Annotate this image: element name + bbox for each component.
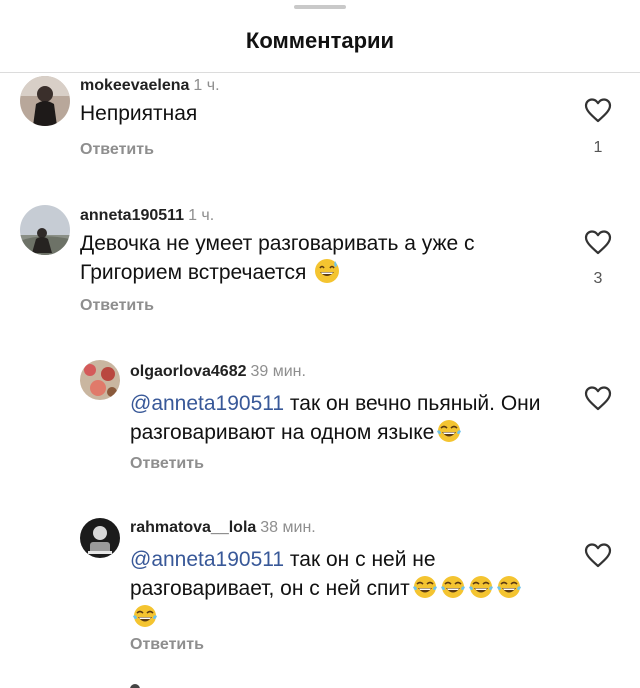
timestamp: 38 мин. [260, 519, 316, 536]
reply-button[interactable]: Ответить [130, 636, 204, 654]
comment-body: Девочка не умеет разговаривать а уже с Г… [80, 232, 475, 284]
heart-icon[interactable] [584, 385, 612, 411]
comment-text: @anneta190511 так он вечно пьяный. Они р… [130, 390, 550, 447]
page-title: Комментарии [245, 28, 395, 53]
next-avatar-peek [130, 684, 140, 688]
comment-meta: olgaorlova4682 39 мин. [130, 363, 306, 381]
avatar[interactable] [20, 205, 70, 255]
mention-link[interactable]: @anneta190511 [130, 548, 284, 571]
timestamp: 39 мин. [250, 363, 306, 380]
timestamp: 1 ч. [188, 207, 215, 224]
tears-of-joy-emoji-icon [496, 576, 521, 598]
like-count: 3 [593, 270, 603, 287]
header-divider [0, 72, 640, 73]
avatar[interactable] [80, 518, 120, 558]
avatar[interactable] [80, 360, 120, 400]
mention-link[interactable]: @anneta190511 [130, 392, 284, 415]
tears-of-joy-emoji-icon [412, 576, 437, 598]
username[interactable]: anneta190511 [80, 207, 184, 224]
sweat-smile-emoji-icon [315, 259, 340, 283]
comment-text: Неприятная [80, 100, 560, 128]
comment-text: @anneta190511 так он с ней не разговарив… [130, 546, 530, 632]
username[interactable]: rahmatova__lola [130, 519, 256, 536]
timestamp: 1 ч. [193, 77, 220, 94]
avatar[interactable] [20, 76, 70, 126]
username[interactable]: olgaorlova4682 [130, 363, 247, 380]
tears-of-joy-emoji-icon [468, 576, 493, 598]
heart-icon[interactable] [584, 542, 612, 568]
comment-meta: mokeevaelena 1 ч. [80, 77, 220, 95]
heart-icon[interactable] [584, 97, 612, 123]
comment-meta: anneta190511 1 ч. [80, 207, 214, 225]
reply-button[interactable]: Ответить [130, 455, 204, 473]
tears-of-joy-emoji-icon [440, 576, 465, 598]
comment-text: Девочка не умеет разговаривать а уже с Г… [80, 230, 540, 287]
drag-handle[interactable] [294, 5, 346, 9]
username[interactable]: mokeevaelena [80, 77, 189, 94]
heart-icon[interactable] [584, 229, 612, 255]
comment-meta: rahmatova__lola 38 мин. [130, 519, 316, 537]
reply-button[interactable]: Ответить [80, 297, 154, 315]
comment-body: Неприятная [80, 102, 198, 125]
like-count: 1 [593, 139, 603, 156]
comments-sheet: Комментарии mokeevaelena 1 ч. Неприятная … [0, 0, 640, 688]
reply-button[interactable]: Ответить [80, 141, 154, 159]
tears-of-joy-emoji-icon [133, 605, 157, 627]
tears-of-joy-emoji-icon [437, 420, 462, 442]
